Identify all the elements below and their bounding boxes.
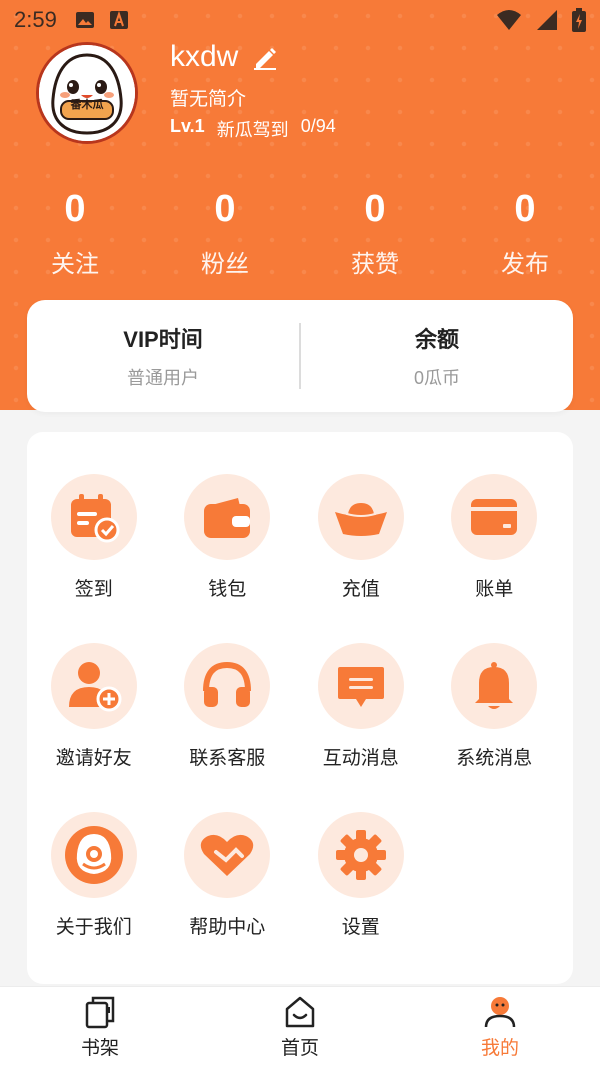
status-bar: 2:59 — [0, 0, 600, 40]
grid-item-label: 联系客服 — [189, 748, 266, 769]
signal-icon — [537, 10, 557, 30]
stat-value: 0 — [364, 188, 386, 230]
stat-label: 粉丝 — [201, 251, 249, 278]
grid-item-label: 签到 — [74, 579, 113, 600]
vip-time-button[interactable]: VIP时间 普通用户 — [27, 322, 299, 390]
level-title: 新瓜驾到 — [216, 120, 289, 140]
wifi-icon — [497, 10, 521, 30]
image-notification-icon — [75, 12, 94, 28]
grid-item-label: 帮助中心 — [189, 917, 266, 938]
grid-item-customer-service[interactable]: 联系客服 — [161, 643, 295, 770]
tab-home[interactable]: 首页 — [200, 987, 400, 1066]
vip-time-status: 普通用户 — [127, 368, 199, 388]
add-user-icon — [68, 662, 122, 712]
stats-row: 0 关注 0 粉丝 0 获赞 0 发布 — [0, 188, 600, 279]
bell-icon — [475, 662, 514, 709]
tab-label: 我的 — [480, 1038, 519, 1059]
stat-fans[interactable]: 0 粉丝 — [150, 188, 300, 279]
message-icon — [337, 667, 384, 707]
grid-item-system-messages[interactable]: 系统消息 — [428, 643, 562, 770]
status-time: 2:59 — [14, 7, 57, 32]
bottom-tab-bar: 书架 首页 我的 — [0, 986, 600, 1066]
level-row: Lv.1 新瓜驾到 0/94 — [170, 116, 336, 142]
feature-grid: 签到 钱包 充值 账单 邀请好友 联系客服 互动消息 系统消息 关于我们 帮助中… — [27, 474, 573, 939]
tab-bookshelf[interactable]: 书架 — [0, 987, 200, 1066]
edit-icon[interactable] — [252, 44, 278, 70]
tab-label: 首页 — [280, 1038, 319, 1059]
feature-grid-card: 签到 钱包 充值 账单 邀请好友 联系客服 互动消息 系统消息 关于我们 帮助中… — [27, 432, 573, 984]
headphones-icon — [203, 661, 252, 707]
stat-posts[interactable]: 0 发布 — [450, 188, 600, 279]
grid-item-label: 邀请好友 — [55, 748, 132, 769]
gear-icon — [335, 830, 386, 880]
stat-likes[interactable]: 0 获赞 — [300, 188, 450, 279]
vip-card: VIP时间 普通用户 余额 0瓜币 — [27, 300, 573, 412]
username: kxdw — [170, 40, 239, 73]
grid-item-about-us[interactable]: 关于我们 — [27, 812, 161, 939]
balance-title: 余额 — [414, 327, 459, 352]
grid-item-label: 系统消息 — [456, 748, 533, 769]
stat-value: 0 — [64, 188, 86, 230]
grid-item-interaction-messages[interactable]: 互动消息 — [294, 643, 428, 770]
grid-item-help-center[interactable]: 帮助中心 — [161, 812, 295, 939]
grid-item-wallet[interactable]: 钱包 — [161, 474, 295, 601]
tab-mine[interactable]: 我的 — [400, 987, 600, 1066]
level-progress: 0/94 — [300, 116, 336, 136]
bookshelf-icon — [85, 996, 115, 1029]
grid-item-label: 互动消息 — [322, 748, 399, 769]
stat-following[interactable]: 0 关注 — [0, 188, 150, 279]
grid-item-label: 设置 — [341, 917, 380, 938]
balance-value: 0瓜币 — [413, 368, 460, 388]
grid-item-recharge[interactable]: 充值 — [294, 474, 428, 601]
stat-label: 发布 — [501, 251, 549, 278]
grid-item-sign-in[interactable]: 签到 — [27, 474, 161, 601]
heart-handshake-icon — [201, 834, 254, 876]
avatar[interactable] — [36, 42, 138, 144]
grid-item-invite-friends[interactable]: 邀请好友 — [27, 643, 161, 770]
grid-item-label: 关于我们 — [55, 917, 132, 938]
battery-icon — [572, 8, 586, 32]
grid-item-label: 充值 — [341, 579, 380, 600]
mascot-avatar-icon — [39, 45, 135, 141]
bio: 暂无简介 — [170, 89, 247, 110]
tab-label: 书架 — [80, 1038, 119, 1059]
level-badge: Lv.1 — [170, 116, 205, 136]
username-row: kxdw — [170, 40, 278, 74]
grid-item-label: 钱包 — [208, 579, 247, 600]
grid-item-label: 账单 — [475, 579, 514, 600]
balance-button[interactable]: 余额 0瓜币 — [301, 322, 573, 390]
home-icon — [285, 996, 315, 1028]
about-mascot-icon — [64, 826, 123, 884]
stat-label: 获赞 — [351, 251, 399, 278]
calendar-check-icon — [70, 494, 120, 543]
grid-item-settings[interactable]: 设置 — [294, 812, 428, 939]
stat-label: 关注 — [51, 251, 99, 278]
stat-value: 0 — [214, 188, 236, 230]
wallet-icon — [204, 498, 251, 538]
avatar-label: 番木瓜 — [70, 99, 104, 111]
gold-ingot-icon — [334, 500, 387, 536]
profile-icon — [484, 997, 516, 1028]
stat-value: 0 — [514, 188, 536, 230]
vip-time-title: VIP时间 — [123, 327, 203, 352]
card-icon — [471, 499, 518, 535]
grid-item-bill[interactable]: 账单 — [428, 474, 562, 601]
app-notification-icon — [109, 10, 128, 29]
